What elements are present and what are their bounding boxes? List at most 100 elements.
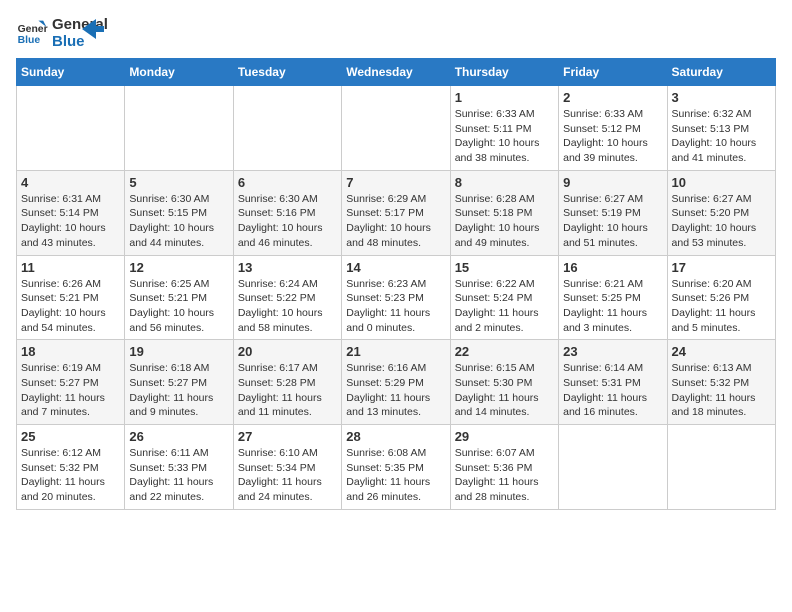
calendar-cell: 7 Sunrise: 6:29 AM Sunset: 5:17 PM Daylig… <box>342 170 450 255</box>
calendar-cell: 14 Sunrise: 6:23 AM Sunset: 5:23 PM Dayli… <box>342 255 450 340</box>
day-number: 15 <box>455 260 554 275</box>
calendar-cell <box>233 86 341 171</box>
day-info: Sunrise: 6:14 AM Sunset: 5:31 PM Dayligh… <box>563 361 662 420</box>
calendar-week-row: 11 Sunrise: 6:26 AM Sunset: 5:21 PM Dayli… <box>17 255 776 340</box>
day-info: Sunrise: 6:17 AM Sunset: 5:28 PM Dayligh… <box>238 361 337 420</box>
day-info: Sunrise: 6:30 AM Sunset: 5:16 PM Dayligh… <box>238 192 337 251</box>
day-info: Sunrise: 6:10 AM Sunset: 5:34 PM Dayligh… <box>238 446 337 505</box>
day-info: Sunrise: 6:24 AM Sunset: 5:22 PM Dayligh… <box>238 277 337 336</box>
calendar-header-saturday: Saturday <box>667 59 775 86</box>
calendar-week-row: 1Sunrise: 6:33 AM Sunset: 5:11 PM Daylig… <box>17 86 776 171</box>
calendar-header-tuesday: Tuesday <box>233 59 341 86</box>
day-number: 11 <box>21 260 120 275</box>
day-info: Sunrise: 6:15 AM Sunset: 5:30 PM Dayligh… <box>455 361 554 420</box>
day-info: Sunrise: 6:28 AM Sunset: 5:18 PM Dayligh… <box>455 192 554 251</box>
day-info: Sunrise: 6:07 AM Sunset: 5:36 PM Dayligh… <box>455 446 554 505</box>
day-number: 20 <box>238 344 337 359</box>
calendar-cell <box>125 86 233 171</box>
day-number: 22 <box>455 344 554 359</box>
logo-arrow-icon <box>82 19 104 39</box>
calendar-cell: 17 Sunrise: 6:20 AM Sunset: 5:26 PM Dayli… <box>667 255 775 340</box>
day-number: 4 <box>21 175 120 190</box>
calendar-cell: 24 Sunrise: 6:13 AM Sunset: 5:32 PM Dayli… <box>667 340 775 425</box>
day-info: Sunrise: 6:16 AM Sunset: 5:29 PM Dayligh… <box>346 361 445 420</box>
day-number: 24 <box>672 344 771 359</box>
calendar-cell: 3 Sunrise: 6:32 AM Sunset: 5:13 PM Daylig… <box>667 86 775 171</box>
calendar-cell: 29 Sunrise: 6:07 AM Sunset: 5:36 PM Dayli… <box>450 425 558 510</box>
calendar-header-wednesday: Wednesday <box>342 59 450 86</box>
day-number: 9 <box>563 175 662 190</box>
calendar-header-sunday: Sunday <box>17 59 125 86</box>
calendar-header-friday: Friday <box>559 59 667 86</box>
calendar-cell: 20 Sunrise: 6:17 AM Sunset: 5:28 PM Dayli… <box>233 340 341 425</box>
day-number: 7 <box>346 175 445 190</box>
day-number: 21 <box>346 344 445 359</box>
day-info: Sunrise: 6:31 AM Sunset: 5:14 PM Dayligh… <box>21 192 120 251</box>
calendar-cell: 15 Sunrise: 6:22 AM Sunset: 5:24 PM Dayli… <box>450 255 558 340</box>
calendar-cell: 6 Sunrise: 6:30 AM Sunset: 5:16 PM Daylig… <box>233 170 341 255</box>
calendar-cell: 13 Sunrise: 6:24 AM Sunset: 5:22 PM Dayli… <box>233 255 341 340</box>
day-info: Sunrise: 6:33 AM Sunset: 5:11 PM Dayligh… <box>455 107 554 166</box>
day-info: Sunrise: 6:32 AM Sunset: 5:13 PM Dayligh… <box>672 107 771 166</box>
calendar-header-monday: Monday <box>125 59 233 86</box>
calendar-header-row: SundayMondayTuesdayWednesdayThursdayFrid… <box>17 59 776 86</box>
day-number: 6 <box>238 175 337 190</box>
day-info: Sunrise: 6:19 AM Sunset: 5:27 PM Dayligh… <box>21 361 120 420</box>
day-number: 27 <box>238 429 337 444</box>
day-info: Sunrise: 6:13 AM Sunset: 5:32 PM Dayligh… <box>672 361 771 420</box>
calendar-table: SundayMondayTuesdayWednesdayThursdayFrid… <box>16 58 776 510</box>
calendar-cell: 18 Sunrise: 6:19 AM Sunset: 5:27 PM Dayli… <box>17 340 125 425</box>
calendar-cell: 27 Sunrise: 6:10 AM Sunset: 5:34 PM Dayli… <box>233 425 341 510</box>
calendar-cell: 28 Sunrise: 6:08 AM Sunset: 5:35 PM Dayli… <box>342 425 450 510</box>
day-info: Sunrise: 6:23 AM Sunset: 5:23 PM Dayligh… <box>346 277 445 336</box>
calendar-cell: 21 Sunrise: 6:16 AM Sunset: 5:29 PM Dayli… <box>342 340 450 425</box>
day-info: Sunrise: 6:11 AM Sunset: 5:33 PM Dayligh… <box>129 446 228 505</box>
day-number: 19 <box>129 344 228 359</box>
day-info: Sunrise: 6:33 AM Sunset: 5:12 PM Dayligh… <box>563 107 662 166</box>
day-number: 14 <box>346 260 445 275</box>
day-info: Sunrise: 6:18 AM Sunset: 5:27 PM Dayligh… <box>129 361 228 420</box>
calendar-header-thursday: Thursday <box>450 59 558 86</box>
day-info: Sunrise: 6:21 AM Sunset: 5:25 PM Dayligh… <box>563 277 662 336</box>
day-number: 13 <box>238 260 337 275</box>
calendar-cell: 16Sunrise: 6:21 AM Sunset: 5:25 PM Dayli… <box>559 255 667 340</box>
svg-text:General: General <box>18 24 48 35</box>
day-info: Sunrise: 6:20 AM Sunset: 5:26 PM Dayligh… <box>672 277 771 336</box>
day-info: Sunrise: 6:30 AM Sunset: 5:15 PM Dayligh… <box>129 192 228 251</box>
day-number: 3 <box>672 90 771 105</box>
day-info: Sunrise: 6:12 AM Sunset: 5:32 PM Dayligh… <box>21 446 120 505</box>
day-number: 17 <box>672 260 771 275</box>
calendar-week-row: 4 Sunrise: 6:31 AM Sunset: 5:14 PM Daylig… <box>17 170 776 255</box>
calendar-cell <box>559 425 667 510</box>
calendar-cell: 12Sunrise: 6:25 AM Sunset: 5:21 PM Dayli… <box>125 255 233 340</box>
calendar-cell: 19 Sunrise: 6:18 AM Sunset: 5:27 PM Dayli… <box>125 340 233 425</box>
day-info: Sunrise: 6:08 AM Sunset: 5:35 PM Dayligh… <box>346 446 445 505</box>
calendar-cell: 11 Sunrise: 6:26 AM Sunset: 5:21 PM Dayli… <box>17 255 125 340</box>
day-number: 29 <box>455 429 554 444</box>
day-number: 18 <box>21 344 120 359</box>
calendar-cell: 26 Sunrise: 6:11 AM Sunset: 5:33 PM Dayli… <box>125 425 233 510</box>
day-info: Sunrise: 6:27 AM Sunset: 5:19 PM Dayligh… <box>563 192 662 251</box>
page-header: General Blue General Blue <box>16 16 776 50</box>
calendar-cell <box>17 86 125 171</box>
calendar-cell: 8 Sunrise: 6:28 AM Sunset: 5:18 PM Daylig… <box>450 170 558 255</box>
calendar-cell: 2 Sunrise: 6:33 AM Sunset: 5:12 PM Daylig… <box>559 86 667 171</box>
day-number: 23 <box>563 344 662 359</box>
day-number: 25 <box>21 429 120 444</box>
day-number: 8 <box>455 175 554 190</box>
day-number: 28 <box>346 429 445 444</box>
day-info: Sunrise: 6:29 AM Sunset: 5:17 PM Dayligh… <box>346 192 445 251</box>
day-info: Sunrise: 6:22 AM Sunset: 5:24 PM Dayligh… <box>455 277 554 336</box>
day-number: 26 <box>129 429 228 444</box>
calendar-cell <box>342 86 450 171</box>
calendar-cell: 5 Sunrise: 6:30 AM Sunset: 5:15 PM Daylig… <box>125 170 233 255</box>
logo-icon: General Blue <box>16 19 48 47</box>
calendar-cell: 23 Sunrise: 6:14 AM Sunset: 5:31 PM Dayli… <box>559 340 667 425</box>
svg-text:Blue: Blue <box>18 35 41 46</box>
calendar-cell: 9 Sunrise: 6:27 AM Sunset: 5:19 PM Daylig… <box>559 170 667 255</box>
calendar-cell: 4 Sunrise: 6:31 AM Sunset: 5:14 PM Daylig… <box>17 170 125 255</box>
day-number: 5 <box>129 175 228 190</box>
day-info: Sunrise: 6:26 AM Sunset: 5:21 PM Dayligh… <box>21 277 120 336</box>
calendar-cell: 22 Sunrise: 6:15 AM Sunset: 5:30 PM Dayli… <box>450 340 558 425</box>
day-number: 2 <box>563 90 662 105</box>
